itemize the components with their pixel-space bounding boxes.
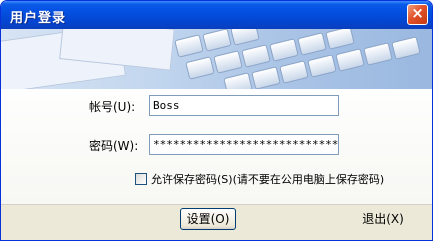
password-input[interactable]: ****************************** xyxy=(149,134,339,155)
keyboard-banner-image xyxy=(1,29,432,89)
save-password-label[interactable]: 允许保存密码(S)(请不要在公用电脑上保存密码) xyxy=(151,171,384,187)
window-title: 用户登录 xyxy=(10,11,67,26)
close-button[interactable]: × xyxy=(407,4,428,25)
login-window: 用户登录 × 帐号(U): Boss 密码(W): **************… xyxy=(0,0,433,241)
password-label: 密码(W): xyxy=(89,139,139,153)
close-icon: × xyxy=(411,4,424,22)
save-password-checkbox[interactable] xyxy=(135,173,147,185)
title-bar[interactable]: 用户登录 × xyxy=(1,1,432,29)
account-input[interactable]: Boss xyxy=(149,95,339,116)
settings-button[interactable]: 设置(O) xyxy=(180,208,236,230)
exit-button[interactable]: 退出(X) xyxy=(355,208,411,230)
account-label: 帐号(U): xyxy=(89,100,136,114)
